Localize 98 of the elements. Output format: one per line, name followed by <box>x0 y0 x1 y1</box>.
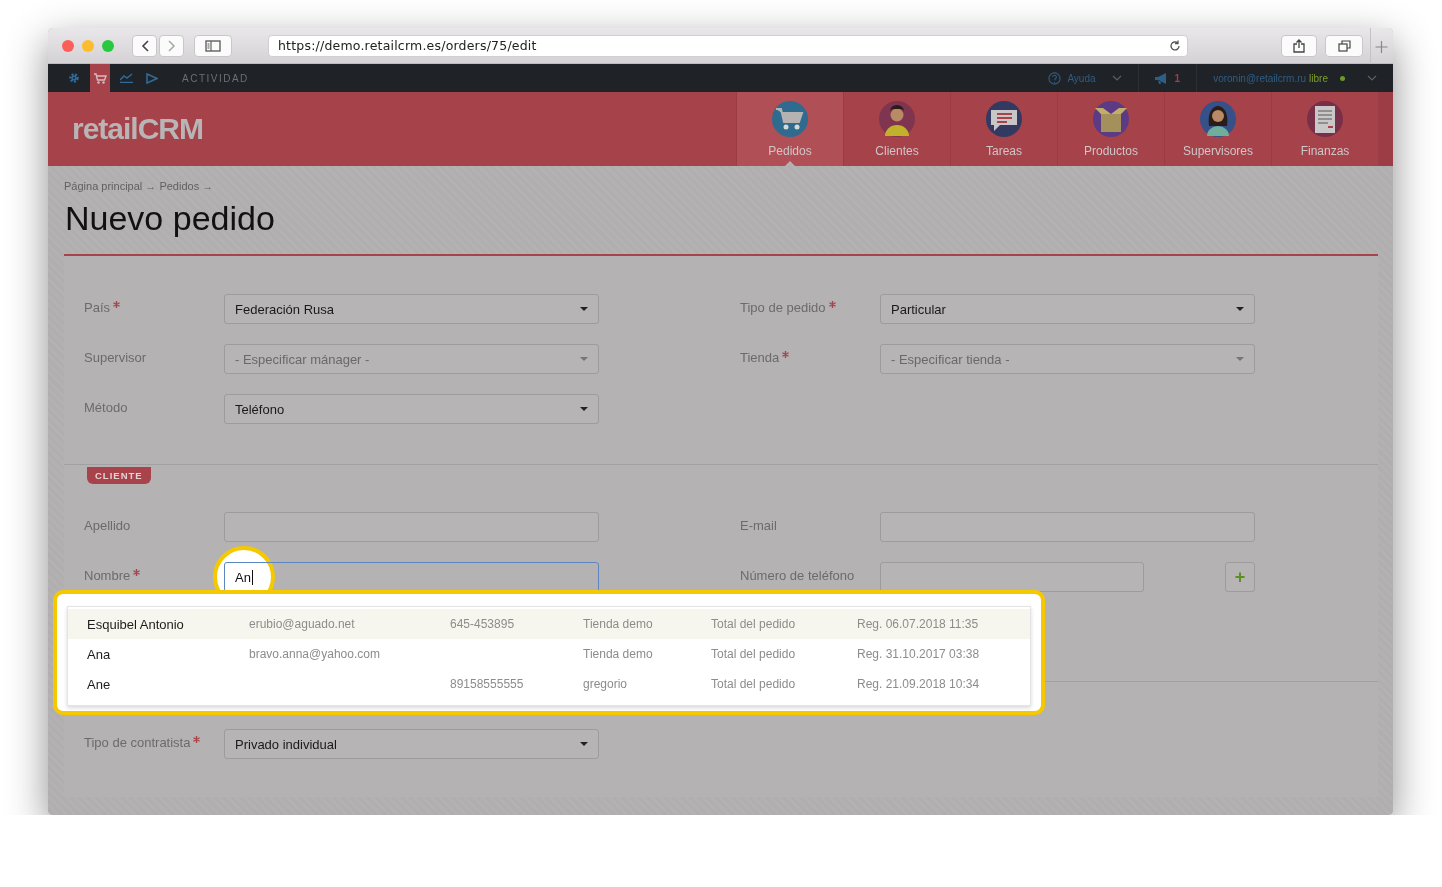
field-label: Nombre <box>84 568 131 583</box>
user-status: libre <box>1309 72 1328 84</box>
caret-icon <box>580 742 588 746</box>
select-field[interactable]: - Especificar mánager - <box>224 344 599 374</box>
message-icon <box>985 100 1023 138</box>
nav-tab[interactable]: Tareas <box>950 92 1057 166</box>
user-email[interactable]: voronin@retailcrm.ru <box>1213 72 1307 84</box>
address-bar[interactable]: https://demo.retailcrm.es/orders/75/edit <box>268 34 1188 57</box>
notification-count: 1 <box>1174 72 1181 84</box>
share-button[interactable] <box>1281 34 1317 57</box>
client-phone: 645-453895 <box>450 617 516 631</box>
select-placeholder: - Especificar tienda - <box>891 351 1010 367</box>
sidebar-icon <box>205 39 221 52</box>
nav-tab[interactable]: Productos <box>1057 92 1164 166</box>
sidebar-button[interactable] <box>194 34 232 57</box>
client-name: Esquibel Antonio <box>87 616 185 632</box>
input-field[interactable] <box>880 562 1144 592</box>
select-value: Privado individual <box>235 736 337 752</box>
add-button[interactable]: + <box>1225 562 1255 592</box>
caret-icon <box>580 307 588 311</box>
select-value: Federación Rusa <box>235 301 334 317</box>
nav-tab[interactable]: Finanzas <box>1271 92 1378 166</box>
chart-icon <box>119 73 133 83</box>
help-icon[interactable] <box>1048 71 1062 85</box>
tabs-button[interactable] <box>1325 34 1363 57</box>
box-icon <box>1092 100 1130 138</box>
app-tab[interactable] <box>90 64 110 92</box>
tabs-icon <box>1337 39 1351 52</box>
back-icon <box>140 39 149 52</box>
field-label: Apellido <box>84 518 131 533</box>
person-icon <box>878 100 916 138</box>
select-field[interactable]: Federación Rusa <box>224 294 599 324</box>
chevron-icon[interactable] <box>1111 75 1122 81</box>
reload-icon[interactable] <box>1169 39 1181 52</box>
back-button[interactable] <box>132 34 157 57</box>
section-badge: CLIENTE <box>87 467 151 484</box>
chevron-icon[interactable] <box>1367 75 1377 81</box>
client-name: Ana <box>87 646 112 662</box>
section-title: ACTIVIDAD <box>182 72 249 84</box>
share-icon <box>1293 38 1305 53</box>
field-label: Número de teléfono <box>740 568 855 583</box>
input-field[interactable] <box>880 512 1255 542</box>
nav-tab[interactable]: Pedidos <box>736 92 843 166</box>
field-label: País <box>84 300 110 315</box>
client-email: bravo.anna@yahoo.com <box>249 647 381 661</box>
client-phone: 89158555555 <box>450 677 525 691</box>
client-store: Tienda demo <box>583 647 654 661</box>
settings-icon <box>68 72 80 84</box>
logo[interactable]: retailCRM <box>72 112 204 146</box>
nav-tab[interactable]: Supervisores <box>1164 92 1271 166</box>
client-store: Tienda demo <box>583 617 654 631</box>
suggestion-row[interactable]: Ana bravo.anna@yahoo.com Tienda demo Total del pedido Reg. 31.10.2017 03:38 <box>68 639 1030 669</box>
registration-date: Reg. 21.09.2018 10:34 <box>857 677 981 691</box>
nav-tab[interactable]: Clientes <box>843 92 950 166</box>
select-field[interactable]: Privado individual <box>224 729 599 759</box>
field-label: Tienda <box>740 350 780 365</box>
order-total: Total del pedido <box>711 677 797 691</box>
select-value: Particular <box>891 301 946 317</box>
select-placeholder: - Especificar mánager - <box>235 351 370 367</box>
pointer-icon <box>785 161 795 166</box>
select-field[interactable]: Particular <box>880 294 1255 324</box>
play-icon <box>146 72 158 84</box>
help-link[interactable]: Ayuda <box>1067 72 1096 84</box>
breadcrumbs[interactable]: Página principal → Pedidos → <box>64 180 1378 192</box>
suggestion-row[interactable]: Esquibel Antonio erubio@aguado.net 645-453895 Tienda demo Total del pedido Reg. 06.07.2018 11:35 <box>68 609 1030 639</box>
registration-date: Reg. 06.07.2018 11:35 <box>857 617 980 631</box>
select-value: Teléfono <box>235 401 285 417</box>
field-label: E-mail <box>740 518 777 533</box>
megaphone-icon[interactable] <box>1154 72 1169 84</box>
field-label: Método <box>84 400 128 415</box>
cart-icon <box>771 100 809 138</box>
caret-icon <box>1236 307 1244 311</box>
select-field[interactable]: - Especificar tienda - <box>880 344 1255 374</box>
page-title: Nuevo pedido <box>65 198 276 238</box>
input-field[interactable] <box>224 512 599 542</box>
client-store: gregorio <box>583 677 629 691</box>
close-icon[interactable] <box>62 39 74 52</box>
forward-button[interactable] <box>159 34 184 57</box>
status-dot <box>1340 75 1345 81</box>
forward-icon <box>167 39 176 52</box>
document-icon <box>1306 100 1344 138</box>
url-text: https://demo.retailcrm.es/orders/75/edit <box>278 38 537 53</box>
cart-icon <box>93 72 107 84</box>
maximize-icon[interactable] <box>102 39 114 52</box>
field-label: Supervisor <box>84 350 147 365</box>
field-label: Tipo de contratista <box>84 735 191 750</box>
registration-date: Reg. 31.10.2017 03:38 <box>857 647 981 661</box>
person-icon <box>1199 100 1237 138</box>
suggestion-row[interactable]: Ane 89158555555 gregorio Total del pedido Reg. 21.09.2018 10:34 <box>68 669 1030 699</box>
client-name: Ane <box>87 676 112 692</box>
caret-icon <box>1236 357 1244 361</box>
order-total: Total del pedido <box>711 617 797 631</box>
order-total: Total del pedido <box>711 647 797 661</box>
field-label: Tipo de pedido <box>740 300 826 315</box>
client-email: erubio@aguado.net <box>249 617 356 631</box>
select-field[interactable]: Teléfono <box>224 394 599 424</box>
caret-icon <box>580 357 588 361</box>
caret-icon <box>580 407 588 411</box>
